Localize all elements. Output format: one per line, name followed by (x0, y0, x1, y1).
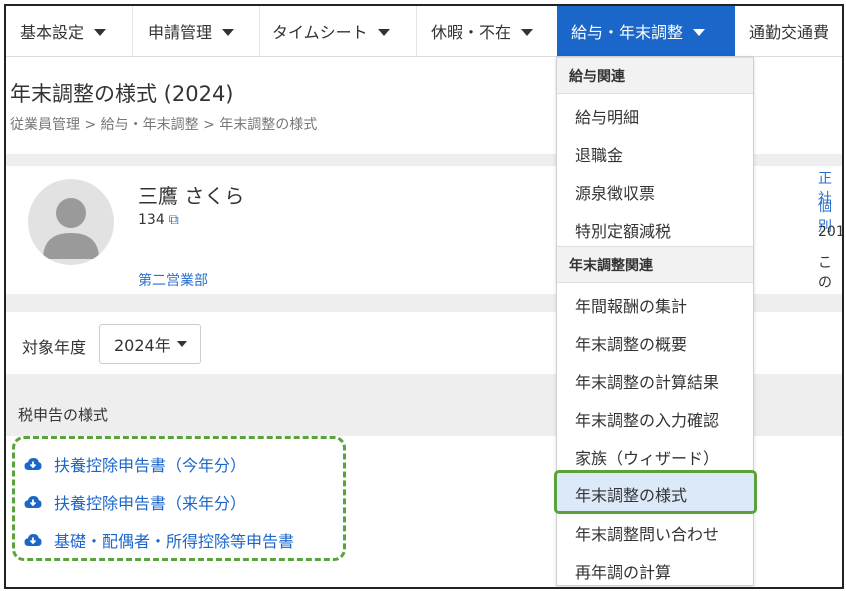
cloud-download-icon (24, 458, 42, 470)
menu-item-year-end-inquiry[interactable]: 年末調整問い合わせ (575, 521, 719, 545)
employee-department[interactable]: 第二営業部 (138, 270, 208, 290)
form-link-dependents-next-year[interactable]: 扶養控除申告書（来年分） (24, 490, 246, 514)
menu-item-family-wizard[interactable]: 家族（ウィザード） (575, 445, 719, 469)
form-link-label: 扶養控除申告書（今年分） (54, 456, 247, 475)
menu-item-year-end-overview[interactable]: 年末調整の概要 (575, 331, 687, 355)
page-title: 年末調整の様式 (2024) (10, 82, 234, 106)
target-year-select[interactable]: 2024年 (99, 324, 201, 364)
dropdown-group-payroll: 給与関連 (557, 57, 753, 94)
nav-basic-settings[interactable]: 基本設定 (20, 6, 107, 56)
nav-label: 通勤交通費 (749, 23, 830, 42)
user-silhouette-icon (43, 198, 99, 259)
chevron-down-icon (521, 28, 534, 36)
employee-id-value: 134 (138, 212, 165, 228)
cloud-download-icon (24, 496, 42, 508)
nav-application-management[interactable]: 申請管理 (148, 6, 235, 56)
nav-leave-absence[interactable]: 休暇・不在 (431, 6, 534, 56)
tax-forms-section-title: 税申告の様式 (18, 406, 109, 424)
avatar (28, 179, 114, 265)
form-link-dependents-current-year[interactable]: 扶養控除申告書（今年分） (24, 452, 246, 476)
menu-item-special-tax-reduction[interactable]: 特別定額減税 (575, 218, 671, 242)
menu-item-retirement[interactable]: 退職金 (575, 142, 623, 166)
nav-label: 給与・年末調整 (571, 23, 684, 42)
menu-item-annual-remuneration[interactable]: 年間報酬の集計 (575, 293, 687, 317)
chevron-down-icon (222, 28, 235, 36)
chevron-down-icon (377, 28, 390, 36)
chevron-down-icon (94, 28, 107, 36)
nav-label: 休暇・不在 (431, 23, 512, 42)
menu-item-year-end-input-check[interactable]: 年末調整の入力確認 (575, 407, 719, 431)
breadcrumb: 従業員管理 > 給与・年末調整 > 年末調整の様式 (10, 117, 318, 133)
right-fragment-4: この (818, 255, 832, 291)
dropdown-group-year-end: 年末調整関連 (557, 246, 753, 283)
menu-item-payslip[interactable]: 給与明細 (575, 104, 639, 128)
target-year-label: 対象年度 (22, 338, 87, 357)
menu-item-withholding-slip[interactable]: 源泉徴収票 (575, 180, 655, 204)
chevron-down-icon (693, 28, 706, 36)
form-link-basic-spouse-deduction[interactable]: 基礎・配偶者・所得控除等申告書 (24, 528, 294, 552)
top-nav: 基本設定 申請管理 タイムシート 休暇・不在 給与・年末調整 通勤交通費 (6, 6, 842, 57)
right-fragment-3: 2019 (818, 224, 844, 240)
menu-item-readjustment[interactable]: 再年調の計算 (575, 559, 671, 583)
menu-item-year-end-results[interactable]: 年末調整の計算結果 (575, 369, 719, 393)
nav-label: 申請管理 (148, 23, 213, 42)
employee-id: 134 ⧉ (138, 212, 179, 228)
nav-payroll-year-end[interactable]: 給与・年末調整 (557, 6, 735, 56)
nav-timesheet[interactable]: タイムシート (272, 6, 390, 56)
menu-item-year-end-forms-label: 年末調整の様式 (575, 486, 688, 505)
target-year-value: 2024年 (114, 336, 171, 355)
form-link-label: 基礎・配偶者・所得控除等申告書 (54, 532, 295, 551)
nav-label: タイムシート (272, 23, 368, 42)
employee-name: 三鷹 さくら (138, 184, 245, 208)
nav-label: 基本設定 (20, 23, 85, 42)
nav-commute-expenses[interactable]: 通勤交通費 (749, 6, 829, 56)
chevron-down-icon (176, 341, 187, 347)
form-link-label: 扶養控除申告書（来年分） (54, 494, 247, 513)
cloud-download-icon (24, 534, 42, 546)
link-icon[interactable]: ⧉ (169, 212, 179, 228)
app-frame: 基本設定 申請管理 タイムシート 休暇・不在 給与・年末調整 通勤交通費 年末調… (4, 4, 844, 589)
